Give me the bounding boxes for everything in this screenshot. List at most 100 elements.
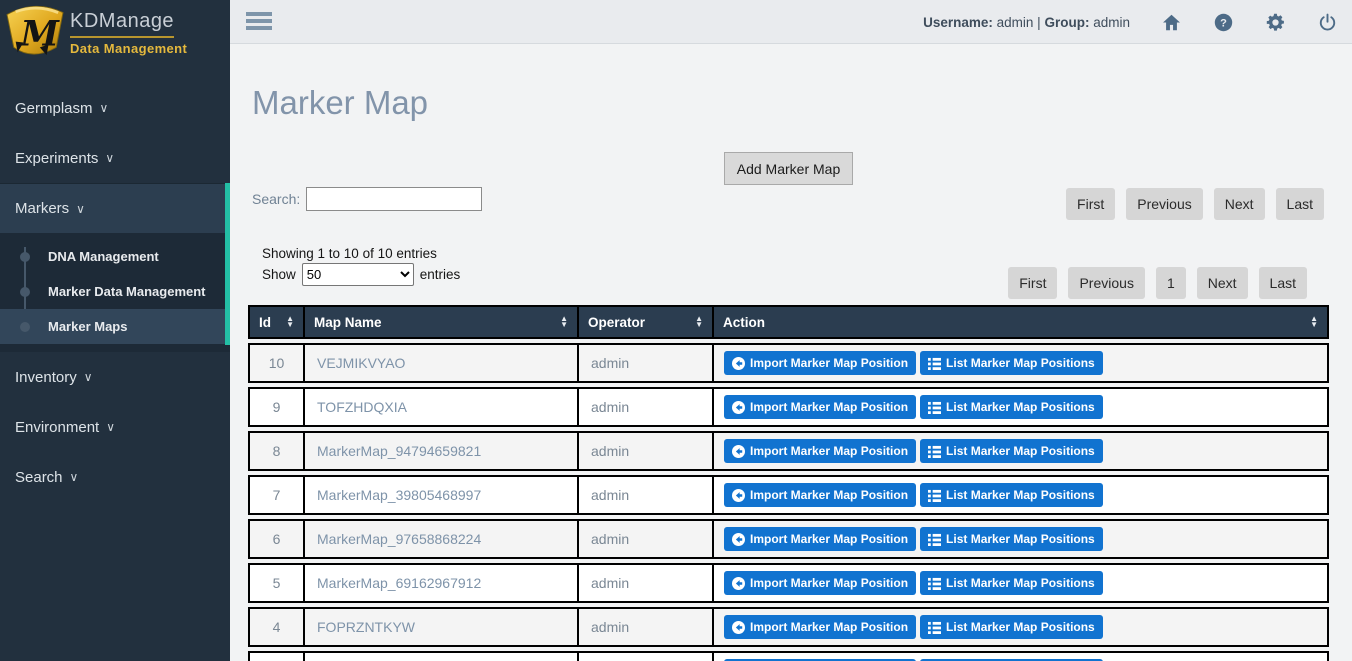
- sort-icon[interactable]: ▲▼: [1310, 316, 1318, 328]
- row-operator: admin: [577, 431, 712, 471]
- brand-subtitle: Data Management: [70, 41, 187, 56]
- chevron-down-icon: ∨: [106, 420, 115, 434]
- last-page-button[interactable]: Last: [1259, 267, 1307, 299]
- chevron-down-icon: ∨: [105, 151, 114, 165]
- import-circle-arrow-icon: [732, 577, 745, 590]
- next-page-button[interactable]: Next: [1197, 267, 1248, 299]
- sidebar-item-search[interactable]: Search ∨: [0, 452, 230, 502]
- markers-submenu: DNA Management Marker Data Management Ma…: [0, 233, 230, 352]
- row-map-name[interactable]: MarkerMap_94794659821: [303, 431, 577, 471]
- pagination-bottom: First Previous 1 Next Last: [1008, 267, 1307, 299]
- first-page-button[interactable]: First: [1008, 267, 1057, 299]
- import-circle-arrow-icon: [732, 621, 745, 634]
- import-marker-map-position-button[interactable]: Import Marker Map Position: [724, 483, 916, 507]
- list-marker-map-positions-button[interactable]: List Marker Map Positions: [920, 527, 1103, 551]
- last-page-button[interactable]: Last: [1276, 188, 1324, 220]
- sidebar-item-inventory[interactable]: Inventory ∨: [0, 352, 230, 402]
- settings-icon[interactable]: [1264, 11, 1286, 33]
- pagination-top: First Previous Next Last: [1066, 188, 1324, 220]
- showing-entries-text: Showing 1 to 10 of 10 entries: [262, 246, 437, 261]
- row-operator: admin: [577, 387, 712, 427]
- list-icon: [928, 401, 941, 414]
- row-map-name[interactable]: MarkerMap_97658868224: [303, 519, 577, 559]
- page-number-button[interactable]: 1: [1156, 267, 1186, 299]
- row-operator: admin: [577, 519, 712, 559]
- list-marker-map-positions-button[interactable]: List Marker Map Positions: [920, 439, 1103, 463]
- sidebar-item-germplasm[interactable]: Germplasm ∨: [0, 83, 230, 133]
- sidebar-nav: Germplasm ∨ Experiments ∨ Markers ∨ DNA …: [0, 83, 230, 502]
- column-header-operator[interactable]: Operator: [588, 315, 645, 330]
- import-marker-map-position-button[interactable]: Import Marker Map Position: [724, 571, 916, 595]
- user-info: Username: admin | Group: admin: [923, 15, 1130, 30]
- help-icon[interactable]: ?: [1212, 11, 1234, 33]
- import-marker-map-position-button[interactable]: Import Marker Map Position: [724, 439, 916, 463]
- list-icon: [928, 621, 941, 634]
- import-marker-map-position-button[interactable]: Import Marker Map Position: [724, 351, 916, 375]
- row-operator: admin: [577, 343, 712, 383]
- show-label: Show: [262, 267, 296, 282]
- page-size-select[interactable]: 50: [302, 263, 414, 286]
- import-marker-map-position-button[interactable]: Import Marker Map Position: [724, 615, 916, 639]
- home-icon[interactable]: [1160, 11, 1182, 33]
- column-header-action[interactable]: Action: [723, 315, 765, 330]
- column-header-id[interactable]: Id: [259, 315, 271, 330]
- row-id: 10: [248, 343, 303, 383]
- row-map-name[interactable]: TOFZHDQXIA: [303, 387, 577, 427]
- table-row: 6 MarkerMap_97658868224 admin Import Mar…: [248, 519, 1329, 559]
- import-marker-map-position-button[interactable]: Import Marker Map Position: [724, 395, 916, 419]
- sidebar-item-environment[interactable]: Environment ∨: [0, 402, 230, 452]
- table-row: 5 MarkerMap_69162967912 admin Import Mar…: [248, 563, 1329, 603]
- column-header-map-name[interactable]: Map Name: [314, 315, 382, 330]
- add-marker-map-button[interactable]: Add Marker Map: [724, 152, 853, 185]
- list-marker-map-positions-button[interactable]: List Marker Map Positions: [920, 615, 1103, 639]
- list-icon: [928, 357, 941, 370]
- menu-icon[interactable]: [246, 12, 272, 33]
- list-marker-map-positions-button[interactable]: List Marker Map Positions: [920, 483, 1103, 507]
- row-id: 9: [248, 387, 303, 427]
- import-marker-map-position-button[interactable]: Import Marker Map Position: [724, 527, 916, 551]
- row-map-name[interactable]: MarkerMap_39805468997: [303, 475, 577, 515]
- chevron-down-icon: ∨: [100, 101, 109, 115]
- table-row: 8 MarkerMap_94794659821 admin Import Mar…: [248, 431, 1329, 471]
- previous-page-button[interactable]: Previous: [1126, 188, 1202, 220]
- bullet-icon: [20, 287, 30, 297]
- row-map-name[interactable]: [303, 651, 577, 661]
- row-id: 4: [248, 607, 303, 647]
- sidebar-item-dna-management[interactable]: DNA Management: [0, 239, 230, 274]
- import-circle-arrow-icon: [732, 489, 745, 502]
- row-map-name[interactable]: FOPRZNTKYW: [303, 607, 577, 647]
- power-icon[interactable]: [1316, 11, 1338, 33]
- top-header-bar: Username: admin | Group: admin ?: [230, 0, 1352, 44]
- sidebar-item-markers[interactable]: Markers ∨: [0, 183, 230, 233]
- chevron-down-icon: ∨: [70, 470, 79, 484]
- list-icon: [928, 445, 941, 458]
- list-marker-map-positions-button[interactable]: List Marker Map Positions: [920, 571, 1103, 595]
- sort-icon[interactable]: ▲▼: [286, 316, 294, 328]
- row-operator: admin: [577, 475, 712, 515]
- row-id: 8: [248, 431, 303, 471]
- sidebar-item-experiments[interactable]: Experiments ∨: [0, 133, 230, 183]
- marker-map-table: Id ▲▼ Map Name ▲▼ Operator ▲▼ Action: [248, 301, 1329, 661]
- sidebar-item-marker-maps[interactable]: Marker Maps: [0, 309, 230, 344]
- sort-icon[interactable]: ▲▼: [695, 316, 703, 328]
- brand[interactable]: M KDManage Data Management: [0, 0, 230, 66]
- first-page-button[interactable]: First: [1066, 188, 1115, 220]
- row-id: 6: [248, 519, 303, 559]
- table-row: 10 VEJMIKVYAO admin Import Marker Map Po…: [248, 343, 1329, 383]
- sort-icon[interactable]: ▲▼: [560, 316, 568, 328]
- table-row: 9 TOFZHDQXIA admin Import Marker Map Pos…: [248, 387, 1329, 427]
- sidebar-item-marker-data-management[interactable]: Marker Data Management: [0, 274, 230, 309]
- row-id: 7: [248, 475, 303, 515]
- row-map-name[interactable]: VEJMIKVYAO: [303, 343, 577, 383]
- row-map-name[interactable]: MarkerMap_69162967912: [303, 563, 577, 603]
- table-row: 7 MarkerMap_39805468997 admin Import Mar…: [248, 475, 1329, 515]
- next-page-button[interactable]: Next: [1214, 188, 1265, 220]
- svg-text:M: M: [20, 13, 61, 54]
- previous-page-button[interactable]: Previous: [1068, 267, 1144, 299]
- search-input[interactable]: [306, 187, 482, 211]
- list-marker-map-positions-button[interactable]: List Marker Map Positions: [920, 395, 1103, 419]
- list-marker-map-positions-button[interactable]: List Marker Map Positions: [920, 351, 1103, 375]
- chevron-down-icon: ∨: [84, 370, 93, 384]
- active-section-accent: [225, 183, 230, 345]
- list-icon: [928, 533, 941, 546]
